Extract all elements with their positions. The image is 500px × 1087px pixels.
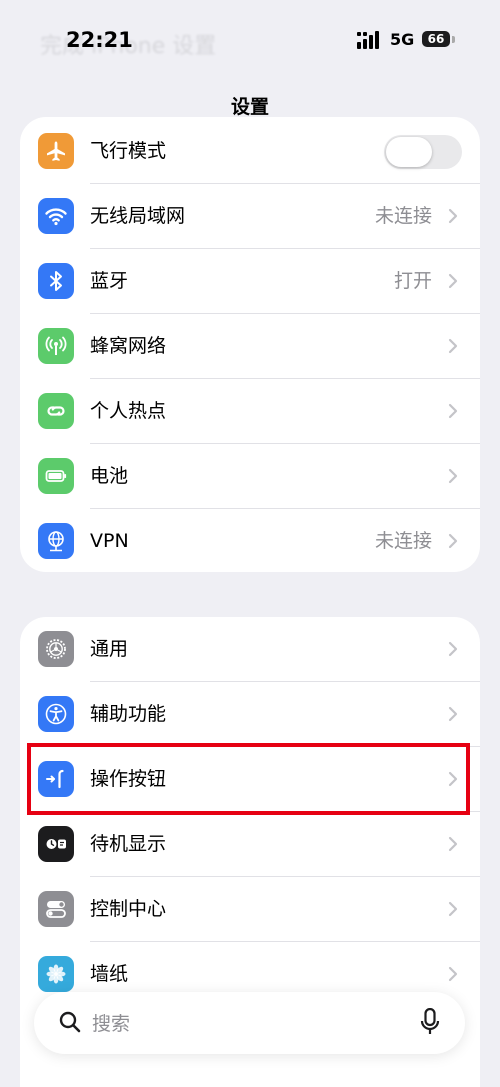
group2-row-3[interactable]: 待机显示 <box>20 812 480 877</box>
status-bar: 完成 iPhone 设置 22:21 5G 66 <box>0 0 500 80</box>
group2-row-0[interactable]: 通用 <box>20 617 480 682</box>
search-icon <box>59 1011 81 1033</box>
chevron-right-icon <box>448 468 458 484</box>
row-value: 未连接 <box>374 205 432 227</box>
group1-row-2[interactable]: 蓝牙 打开 <box>20 249 480 314</box>
toggle-knob <box>386 137 432 167</box>
chevron-right-icon <box>448 208 458 224</box>
wallpaper-icon <box>38 956 74 992</box>
group1-row-6[interactable]: VPN 未连接 <box>20 509 480 572</box>
standby-icon <box>38 826 74 862</box>
connectivity-group: 飞行模式 无线局域网 未连接 蓝牙 打开 蜂窝网络 个人热点 电池 VPN 未连接 <box>20 117 480 572</box>
cellular-icon <box>38 328 74 364</box>
chevron-right-icon <box>448 706 458 722</box>
status-time: 22:21 <box>66 28 133 52</box>
row-label: 个人热点 <box>90 400 167 422</box>
group1-row-4[interactable]: 个人热点 <box>20 379 480 444</box>
hotspot-icon <box>38 393 74 429</box>
chevron-right-icon <box>448 641 458 657</box>
row-label: 控制中心 <box>90 898 167 920</box>
row-label: VPN <box>90 530 129 552</box>
accessibility-icon <box>38 696 74 732</box>
row-value: 未连接 <box>374 530 432 552</box>
chevron-right-icon <box>448 901 458 917</box>
row-label: 蜂窝网络 <box>90 335 167 357</box>
battery-icon <box>38 458 74 494</box>
row-label: 待机显示 <box>90 833 167 855</box>
group2-row-4[interactable]: 控制中心 <box>20 877 480 942</box>
bluetooth-icon <box>38 263 74 299</box>
group1-row-5[interactable]: 电池 <box>20 444 480 509</box>
airplane-mode-toggle[interactable] <box>384 135 462 169</box>
chevron-right-icon <box>448 966 458 982</box>
wifi-icon <box>38 198 74 234</box>
gear-icon <box>38 631 74 667</box>
search-bar[interactable]: 搜索 <box>34 992 465 1054</box>
row-label: 飞行模式 <box>90 140 167 162</box>
chevron-right-icon <box>448 338 458 354</box>
control-center-icon <box>38 891 74 927</box>
row-value: 打开 <box>393 270 432 292</box>
group1-row-3[interactable]: 蜂窝网络 <box>20 314 480 379</box>
row-label: 通用 <box>90 638 129 660</box>
group2-row-1[interactable]: 辅助功能 <box>20 682 480 747</box>
group1-row-1[interactable]: 无线局域网 未连接 <box>20 184 480 249</box>
row-label: 蓝牙 <box>90 270 129 292</box>
row-label: 墙纸 <box>90 963 129 985</box>
airplane-icon <box>38 133 74 169</box>
microphone-icon[interactable] <box>419 1008 441 1036</box>
signal-strength-icon <box>357 31 379 49</box>
chevron-right-icon <box>448 836 458 852</box>
row-label: 电池 <box>90 465 129 487</box>
chevron-right-icon <box>448 403 458 419</box>
network-type: 5G <box>390 30 415 49</box>
battery-icon: 66 <box>422 31 450 47</box>
page-title: 设置 <box>230 96 269 118</box>
chevron-right-icon <box>448 273 458 289</box>
battery-tip <box>452 36 455 43</box>
row-label: 无线局域网 <box>90 205 186 227</box>
highlight-box <box>27 743 470 815</box>
search-input[interactable]: 搜索 <box>92 1009 130 1036</box>
group1-row-0[interactable]: 飞行模式 <box>20 119 480 184</box>
row-label: 辅助功能 <box>90 703 167 725</box>
vpn-icon <box>38 523 74 559</box>
chevron-right-icon <box>448 533 458 549</box>
